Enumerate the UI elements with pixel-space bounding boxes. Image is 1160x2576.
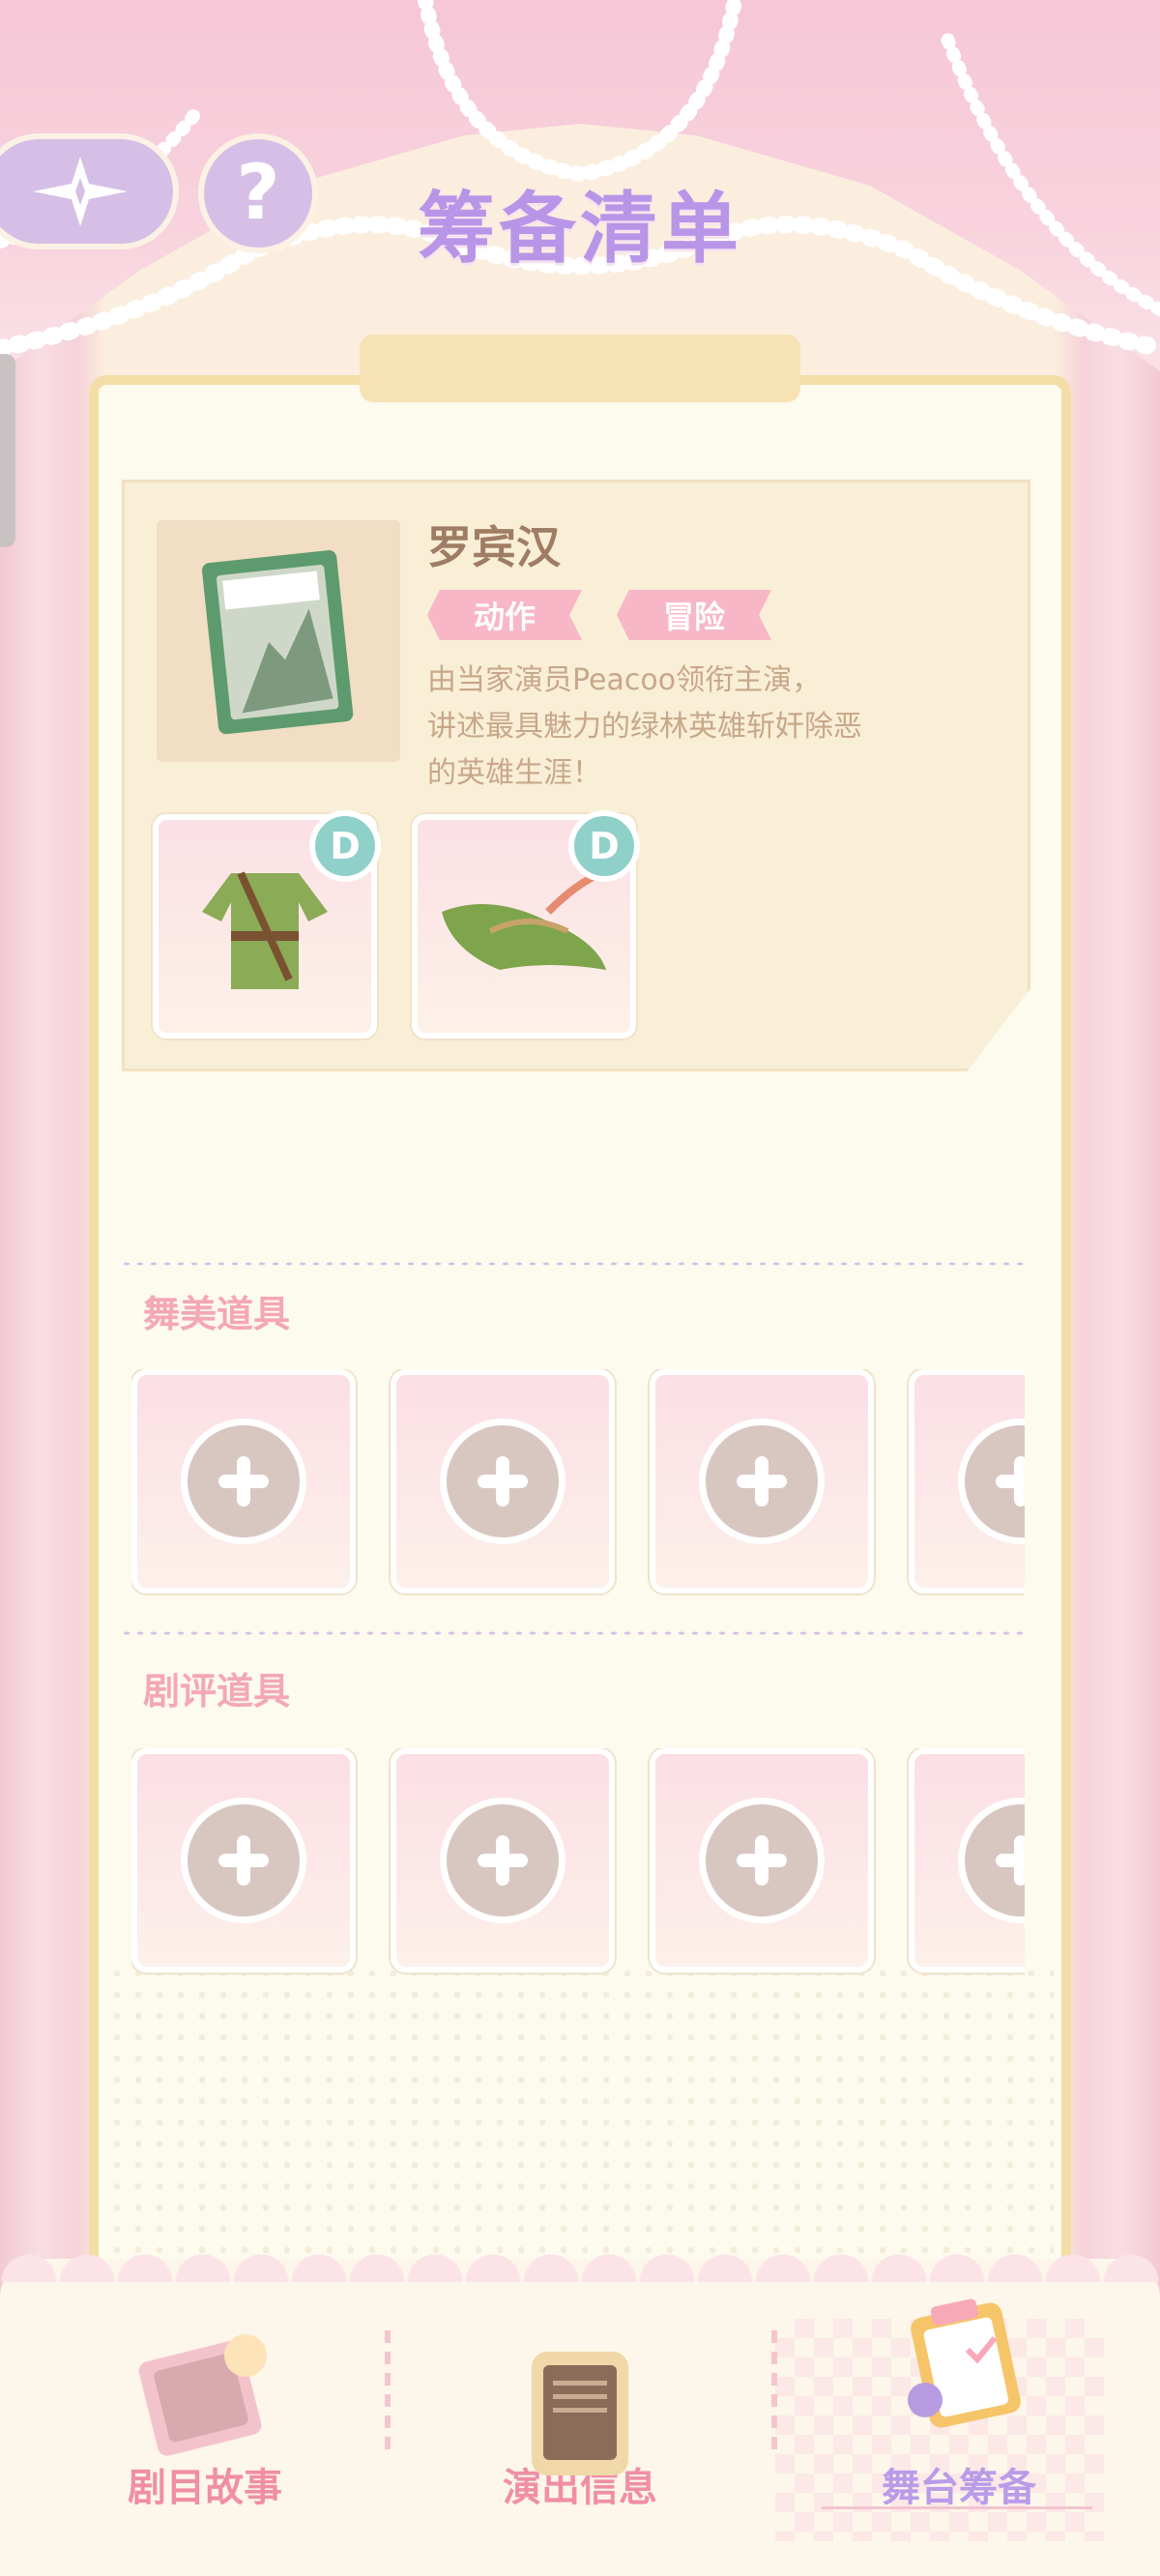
add-prop-slot[interactable] <box>650 1369 874 1594</box>
section-label: 舞美道具 <box>143 1293 291 1335</box>
costume-slot[interactable]: D <box>412 810 640 1039</box>
add-prop-slot[interactable] <box>909 1369 1025 1594</box>
play-cover[interactable] <box>157 520 400 762</box>
clipboard-checklist-icon <box>908 2298 1021 2428</box>
nav-label: 舞台筹备 <box>882 2466 1036 2510</box>
nav-tab-performance-info[interactable]: 演出信息 <box>425 2321 735 2553</box>
nav-separator <box>771 2330 777 2456</box>
add-review-slot[interactable] <box>391 1748 615 1973</box>
section-divider <box>120 1630 1029 1636</box>
add-icon <box>440 1798 566 1923</box>
add-icon <box>699 1419 825 1544</box>
nav-scallop-trim <box>0 2253 1160 2282</box>
grade-badge: D <box>309 810 381 882</box>
add-review-slot[interactable] <box>909 1748 1025 1973</box>
panel-pattern <box>106 1963 1054 2282</box>
add-icon <box>958 1798 1025 1923</box>
costume-slot[interactable]: D <box>153 810 381 1039</box>
genre-tag: 动作 <box>427 590 582 640</box>
panel-header-tab <box>360 335 800 402</box>
play-description: 由当家演员Peacoo领衔主演， 讲述最具魅力的绿林英雄斩奸除恶 的英雄生涯！ <box>427 658 911 797</box>
add-prop-slot[interactable] <box>131 1369 356 1594</box>
section-label: 剧评道具 <box>143 1670 291 1712</box>
grade-badge: D <box>568 810 640 882</box>
notice-board-icon <box>532 2352 628 2475</box>
add-review-slot[interactable] <box>131 1748 356 1973</box>
add-icon <box>181 1798 306 1923</box>
add-icon <box>440 1419 566 1544</box>
nav-tab-stage-prep[interactable]: 舞台筹备 <box>804 2298 1114 2553</box>
page-title: 筹备清单 <box>418 184 742 274</box>
description-line: 讲述最具魅力的绿林英雄斩奸除恶 <box>427 710 862 744</box>
prop-slot-row <box>131 1369 1025 1601</box>
description-line: 由当家演员Peacoo领衔主演， <box>427 663 822 697</box>
storybook-icon <box>138 2334 267 2456</box>
active-tab-underline <box>822 2506 1092 2509</box>
add-review-slot[interactable] <box>650 1748 874 1973</box>
add-icon <box>699 1798 825 1923</box>
play-name: 罗宾汉 <box>427 521 561 573</box>
section-divider <box>120 1261 1029 1267</box>
genre-tag: 冒险 <box>617 590 771 640</box>
nav-tab-story[interactable]: 剧目故事 <box>50 2321 360 2553</box>
add-prop-slot[interactable] <box>391 1369 615 1594</box>
side-drawer-handle[interactable] <box>0 354 15 547</box>
description-line: 的英雄生涯！ <box>427 756 601 790</box>
review-slot-row <box>131 1748 1025 1980</box>
add-icon <box>958 1419 1025 1544</box>
add-icon <box>181 1419 306 1544</box>
nav-separator <box>385 2330 391 2456</box>
storybook-cover-icon <box>201 550 354 735</box>
